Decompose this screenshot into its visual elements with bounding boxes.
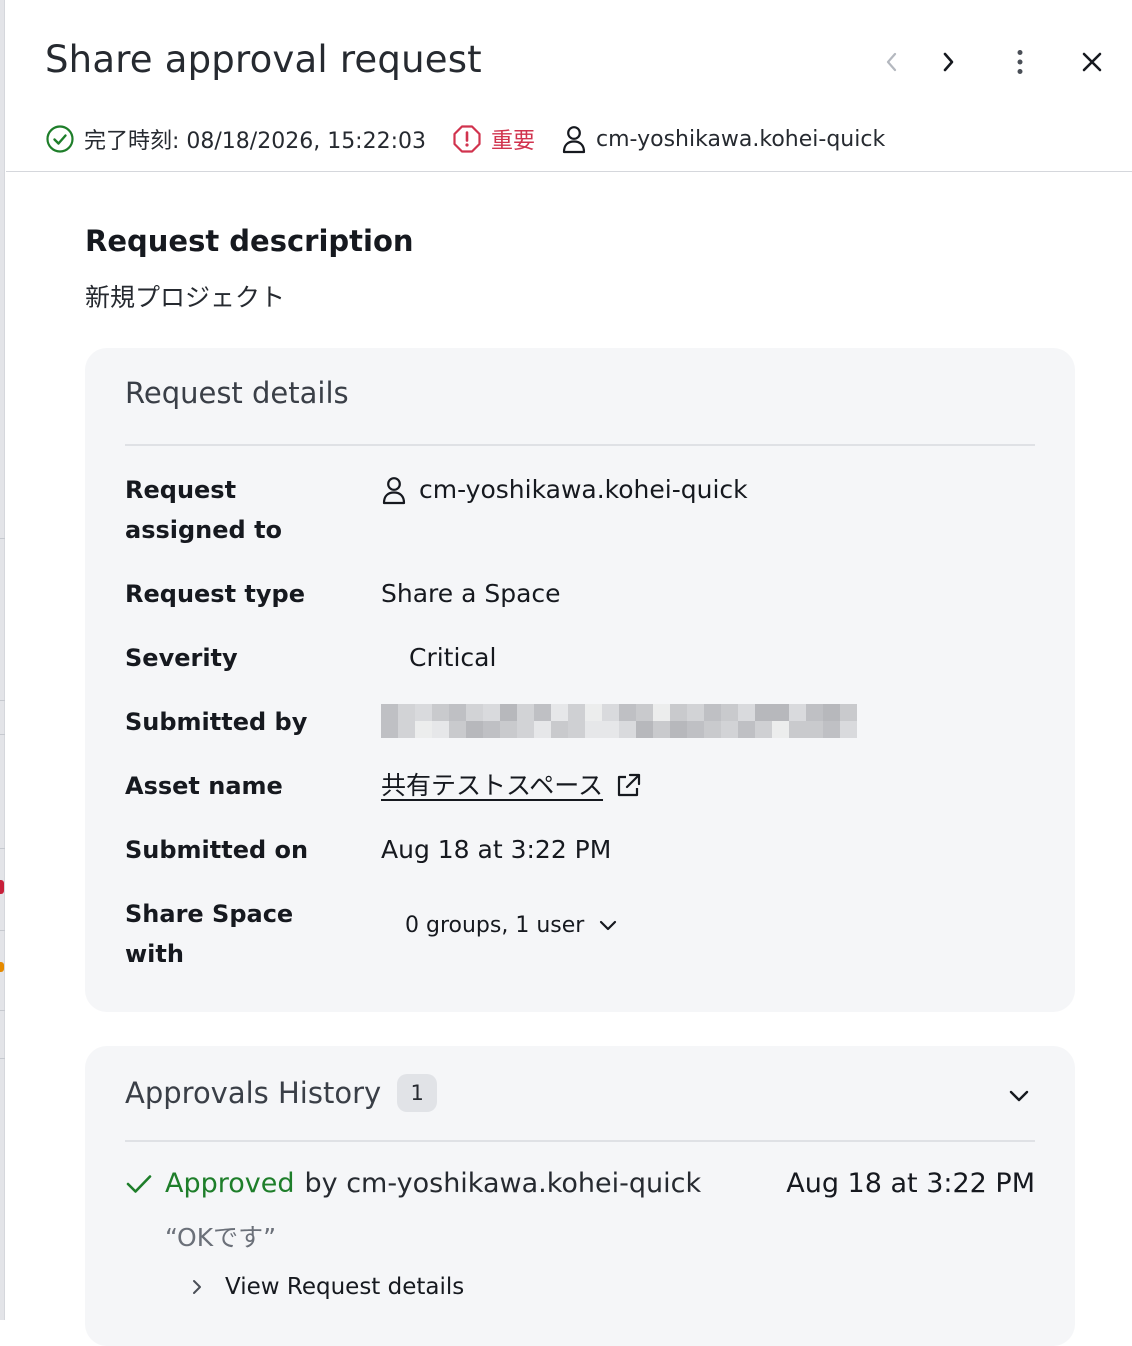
close-icon — [1082, 52, 1102, 72]
user-icon — [382, 477, 406, 505]
divider — [125, 444, 1035, 446]
request-type-label: Request type — [125, 580, 305, 608]
requester-user: cm-yoshikawa.kohei-quick — [561, 124, 885, 154]
assigned-to-name: cm-yoshikawa.kohei-quick — [419, 475, 748, 504]
share-with-dropdown[interactable]: 0 groups, 1 user — [405, 906, 630, 946]
completed-time-text: 完了時刻: 08/18/2026, 15:22:03 — [84, 129, 426, 154]
approvals-count-badge: 1 — [397, 1074, 438, 1112]
check-icon — [126, 1174, 152, 1193]
external-link-icon[interactable] — [613, 771, 643, 801]
background-page-edge — [0, 0, 5, 1320]
approval-comment: “OKです” — [165, 1223, 277, 1252]
more-actions-button[interactable] — [1000, 42, 1040, 82]
requester-name: cm-yoshikawa.kohei-quick — [596, 126, 886, 152]
severity-status: 重要 — [452, 123, 535, 155]
edge-status-mark — [0, 962, 4, 972]
approvals-history-heading: Approvals History 1 — [125, 1074, 438, 1112]
edge-divider — [0, 1058, 5, 1059]
chevron-down-icon — [600, 920, 617, 931]
previous-button[interactable] — [872, 42, 912, 82]
check-circle-icon — [46, 125, 74, 153]
chevron-right-icon — [943, 52, 954, 72]
asset-name-label: Asset name — [125, 772, 283, 800]
request-type-value: Share a Space — [381, 579, 561, 608]
approvals-history-title: Approvals History — [125, 1076, 382, 1110]
next-button[interactable] — [928, 42, 968, 82]
request-details-heading: Request details — [125, 376, 349, 410]
divider — [125, 1140, 1035, 1142]
edge-status-mark — [0, 880, 4, 894]
approval-history-entry: Approved by cm-yoshikawa.kohei-quick — [125, 1168, 701, 1199]
severity-value: Critical — [409, 643, 497, 672]
user-icon — [562, 126, 586, 154]
edge-divider — [0, 848, 5, 849]
panel-title: Share approval request — [45, 38, 482, 81]
asset-name-link[interactable]: 共有テストスペース — [381, 766, 603, 806]
approvals-history-card: Approvals History 1 Approved by cm-yoshi… — [85, 1046, 1075, 1346]
asset-name-value: 共有テストスペース — [381, 766, 643, 806]
assigned-to-value: cm-yoshikawa.kohei-quick — [381, 470, 748, 510]
approval-status: Approved — [165, 1168, 295, 1199]
view-request-details-toggle[interactable]: View Request details — [191, 1274, 464, 1300]
edge-divider — [0, 734, 5, 735]
submitted-on-label: Submitted on — [125, 836, 309, 864]
severity-text: 重要 — [491, 129, 536, 154]
share-with-label: Share Space with — [125, 900, 294, 968]
request-description-heading: Request description — [85, 224, 414, 258]
completed-status: 完了時刻: 08/18/2026, 15:22:03 — [45, 123, 426, 155]
share-with-value: 0 groups, 1 user — [405, 906, 630, 946]
approver-name: by cm-yoshikawa.kohei-quick — [304, 1168, 702, 1199]
severity-label: Severity — [125, 644, 238, 672]
request-description-text: 新規プロジェクト — [85, 283, 286, 312]
approvals-history-toggle[interactable] — [999, 1076, 1039, 1116]
close-button[interactable] — [1072, 42, 1112, 82]
chevron-right-icon — [193, 1280, 201, 1294]
share-with-summary: 0 groups, 1 user — [405, 913, 585, 938]
request-details-card: Request details Request assigned to cm-y… — [85, 348, 1075, 1012]
submitted-by-label: Submitted by — [125, 708, 308, 736]
edge-divider — [0, 930, 5, 931]
request-meta: 完了時刻: 08/18/2026, 15:22:03 重要 cm-yoshika… — [45, 120, 885, 158]
assigned-to-label: Request assigned to — [125, 476, 283, 544]
edge-divider — [0, 700, 5, 701]
submitted-by-redacted — [381, 704, 857, 738]
approval-request-panel: Share approval request 完了時刻: 08/18/2026,… — [6, 0, 1132, 1346]
alert-octagon-icon — [453, 125, 481, 153]
more-vertical-icon — [1017, 50, 1023, 74]
submitted-on-value: Aug 18 at 3:22 PM — [381, 835, 612, 864]
chevron-left-icon — [886, 52, 897, 72]
approval-date: Aug 18 at 3:22 PM — [786, 1168, 1035, 1199]
view-request-details-label: View Request details — [225, 1274, 465, 1300]
edge-divider — [0, 1010, 5, 1011]
panel-header: Share approval request 完了時刻: 08/18/2026,… — [6, 0, 1132, 172]
chevron-down-icon — [1009, 1090, 1029, 1102]
edge-divider — [0, 538, 5, 539]
